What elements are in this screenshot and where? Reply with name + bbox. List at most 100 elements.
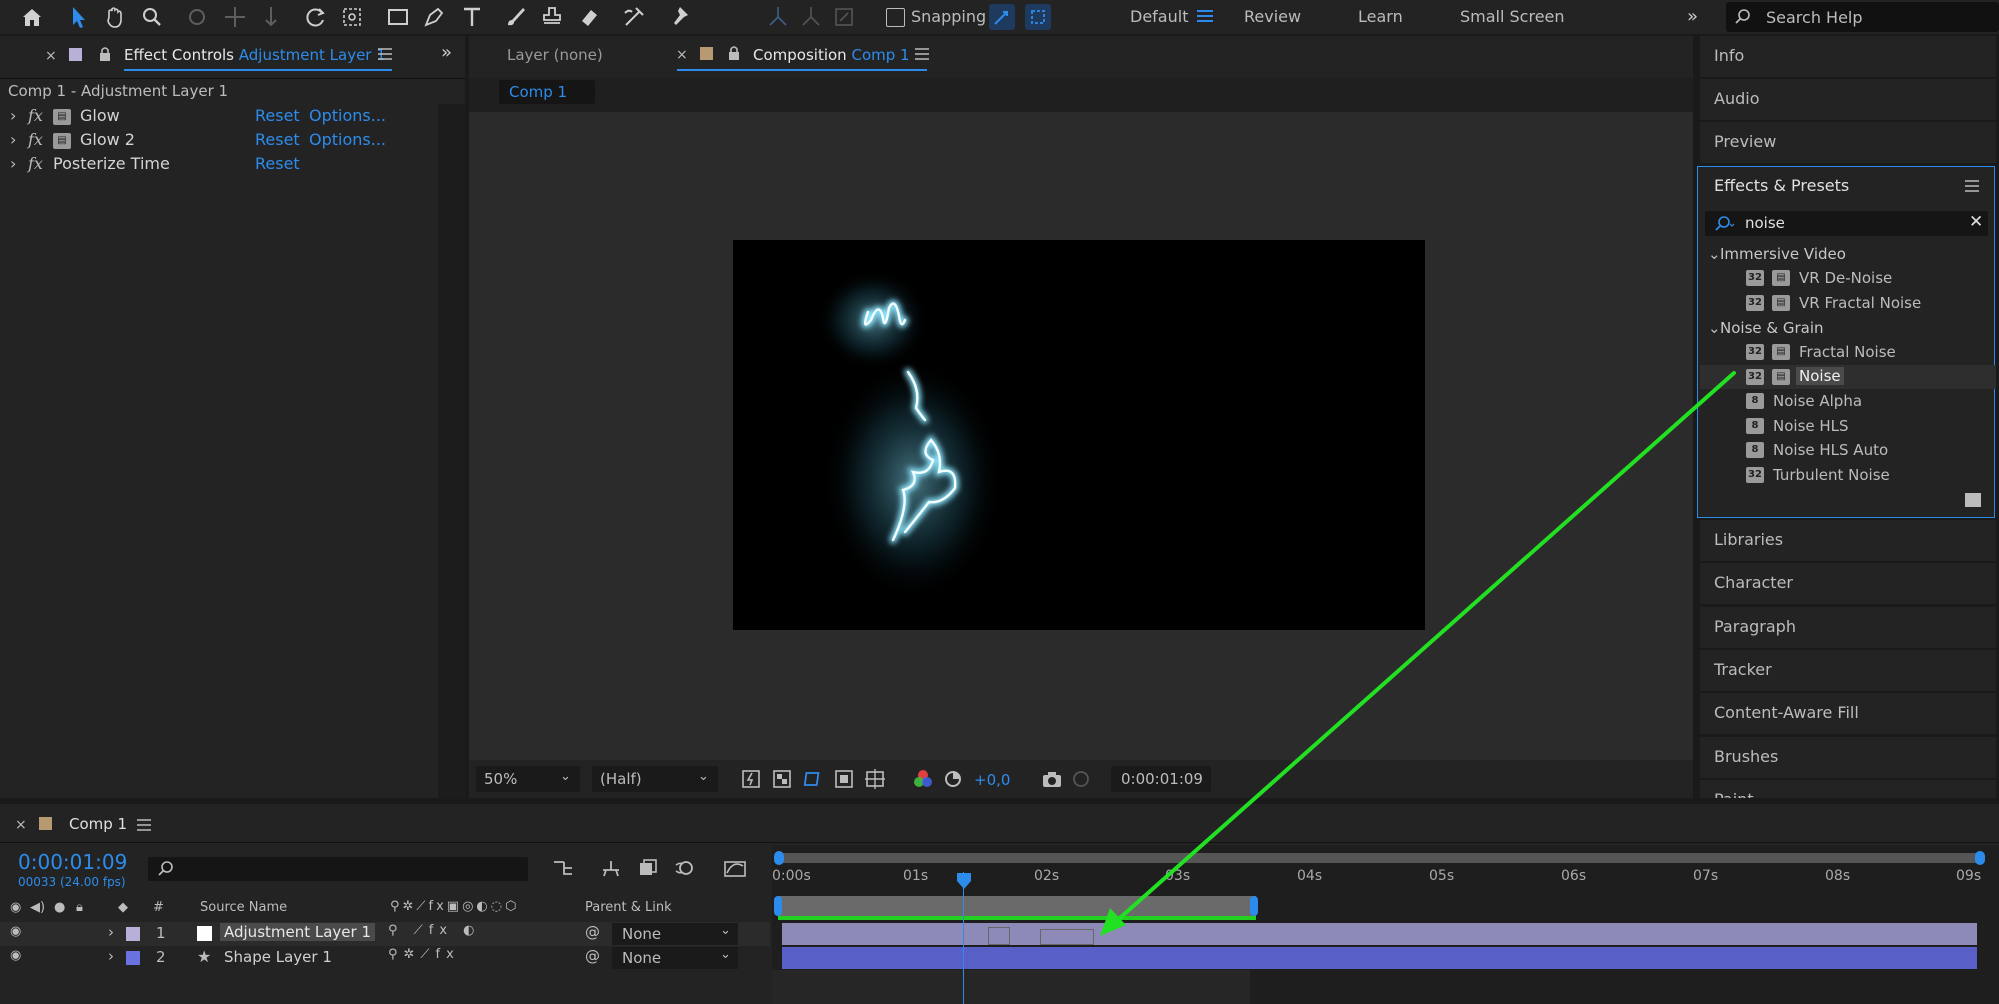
effect-item-noise-alpha[interactable]: 8 Noise Alpha <box>1700 389 1996 413</box>
composition-flowchart-icon[interactable] <box>552 858 574 878</box>
resolution-select[interactable]: (Half) ⌄ <box>592 766 718 792</box>
transparency-grid-icon[interactable] <box>772 769 792 789</box>
panel-menu-icon[interactable] <box>378 48 392 60</box>
close-tab-icon[interactable]: × <box>45 48 57 64</box>
layer-row-2[interactable]: ◉ › 2 ★ Shape Layer 1 ⚲✲⟋fx @ None ⌄ <box>0 946 770 970</box>
region-of-interest-icon[interactable] <box>834 769 854 789</box>
snapshot-camera-icon[interactable] <box>1041 769 1063 789</box>
layer-label-color[interactable] <box>126 951 140 965</box>
snap-edges-icon[interactable] <box>989 4 1015 30</box>
panel-content-aware-fill[interactable]: Content-Aware Fill <box>1700 693 1996 734</box>
lock-icon[interactable] <box>727 45 741 61</box>
comp-subtab[interactable]: Comp 1 <box>499 80 595 104</box>
panel-character[interactable]: Character <box>1700 563 1996 604</box>
clear-search-icon[interactable]: ✕ <box>1969 212 1983 232</box>
panel-preview[interactable]: Preview <box>1700 122 1996 163</box>
expand-workspaces-icon[interactable]: » <box>1687 6 1698 27</box>
selection-tool-icon[interactable] <box>64 3 92 31</box>
exposure-value[interactable]: +0,0 <box>974 771 1010 789</box>
panel-paragraph[interactable]: Paragraph <box>1700 607 1996 648</box>
panel-info[interactable]: Info <box>1700 36 1996 77</box>
layer-label-color[interactable] <box>126 927 140 941</box>
effect-item-vr-de-noise[interactable]: 32 ▤ VR De-Noise <box>1700 266 1996 290</box>
chevron-right-icon[interactable]: › <box>10 130 16 149</box>
home-icon[interactable] <box>18 3 46 31</box>
layer-name[interactable]: Shape Layer 1 <box>224 948 332 966</box>
pen-tool-icon[interactable] <box>420 3 448 31</box>
puppet-pin-tool-icon[interactable] <box>666 3 694 31</box>
rotation-tool-icon[interactable] <box>302 3 330 31</box>
graph-editor-icon[interactable] <box>723 858 747 878</box>
panel-menu-icon[interactable] <box>915 48 929 60</box>
reset-exposure-icon[interactable] <box>943 769 963 789</box>
hand-tool-icon[interactable] <box>101 3 129 31</box>
pan-camera-icon[interactable] <box>221 3 249 31</box>
timeline-current-time[interactable]: 0:00:01:09 <box>18 850 127 874</box>
fx-icon[interactable]: fx <box>28 130 43 149</box>
lock-icon[interactable] <box>98 46 112 62</box>
effect-item-noise[interactable]: 32 ▤ Noise <box>1700 365 1996 389</box>
group-noise-grain[interactable]: ⌄ Noise & Grain <box>1700 316 1996 340</box>
navigator-end-handle[interactable] <box>1975 851 1985 865</box>
solo-icon[interactable]: ● <box>54 900 65 915</box>
work-area-bar[interactable] <box>778 896 1256 916</box>
current-time-field[interactable]: 0:00:01:09 <box>1111 766 1211 792</box>
options-link[interactable]: Options... <box>309 130 386 149</box>
expand-panel-icon[interactable]: » <box>441 42 452 63</box>
layer-name[interactable]: Adjustment Layer 1 <box>220 923 376 941</box>
channel-rgb-icon[interactable] <box>913 769 933 789</box>
snapping-checkbox[interactable] <box>886 8 905 27</box>
work-area-end-handle[interactable] <box>1250 896 1258 916</box>
new-preset-icon[interactable] <box>1965 493 1981 507</box>
fx-icon[interactable]: fx <box>28 154 43 173</box>
effect-row-glow[interactable]: › fx ▤ Glow Reset Options... <box>8 104 438 128</box>
workspace-menu-icon[interactable] <box>1197 9 1213 23</box>
frame-blending-icon[interactable] <box>637 858 659 878</box>
close-tab-icon[interactable]: × <box>15 817 27 833</box>
snap-features-icon[interactable] <box>1025 4 1051 30</box>
effect-controls-tab[interactable]: Effect Controls Adjustment Layer 1 <box>124 46 386 64</box>
effects-search-input[interactable]: noise ✕ <box>1705 211 1988 236</box>
layer-search-input[interactable] <box>148 857 528 881</box>
effect-item-turbulent-noise[interactable]: 32 Turbulent Noise <box>1700 463 1996 487</box>
options-link[interactable]: Options... <box>309 106 386 125</box>
workspace-learn[interactable]: Learn <box>1358 7 1403 26</box>
align-axis-icon[interactable] <box>764 3 792 31</box>
roto-brush-tool-icon[interactable] <box>620 3 648 31</box>
world-axis-icon[interactable] <box>797 3 825 31</box>
clone-stamp-tool-icon[interactable] <box>538 3 566 31</box>
grid-guides-icon[interactable] <box>865 769 885 789</box>
layer-tab[interactable]: Layer (none) <box>507 46 603 64</box>
chevron-right-icon[interactable]: › <box>108 947 114 965</box>
panel-menu-icon[interactable] <box>1965 180 1979 192</box>
effect-row-posterize-time[interactable]: › fx Posterize Time Reset <box>8 152 438 176</box>
eye-icon[interactable]: ◉ <box>10 924 21 939</box>
type-tool-icon[interactable] <box>458 3 486 31</box>
anchor-point-tool-icon[interactable] <box>338 3 366 31</box>
panel-tracker[interactable]: Tracker <box>1700 650 1996 691</box>
chevron-right-icon[interactable]: › <box>108 923 114 941</box>
layer-switches-icons[interactable]: ⚲✲⟋fx <box>388 947 460 962</box>
fast-previews-icon[interactable] <box>741 769 761 789</box>
group-immersive-video[interactable]: ⌄ Immersive Video <box>1700 242 1996 266</box>
workspace-default[interactable]: Default <box>1130 7 1188 26</box>
panel-libraries[interactable]: Libraries <box>1700 520 1996 561</box>
show-snapshot-icon[interactable] <box>1070 769 1092 789</box>
effect-item-vr-fractal-noise[interactable]: 32 ▤ VR Fractal Noise <box>1700 291 1996 315</box>
search-help-field[interactable]: Search Help <box>1726 2 1999 32</box>
lock-column-icon[interactable]: 🔒︎ <box>76 900 83 915</box>
playhead-handle[interactable] <box>956 872 972 890</box>
label-column-icon[interactable]: ◆ <box>118 900 128 915</box>
composition-frame[interactable] <box>733 240 1425 630</box>
effect-item-fractal-noise[interactable]: 32 ▤ Fractal Noise <box>1700 340 1996 364</box>
pick-whip-icon[interactable]: @ <box>585 947 600 965</box>
source-name-header[interactable]: Source Name <box>200 900 287 915</box>
scrollbar[interactable] <box>438 104 465 798</box>
pick-whip-icon[interactable]: @ <box>585 923 600 941</box>
eye-icon[interactable]: ◉ <box>10 948 21 963</box>
workspace-small-screen[interactable]: Small Screen <box>1460 7 1565 26</box>
eye-icon[interactable]: ◉ <box>10 900 21 915</box>
effect-item-noise-hls-auto[interactable]: 8 Noise HLS Auto <box>1700 438 1996 462</box>
reset-link[interactable]: Reset <box>255 154 300 173</box>
view-axis-icon[interactable] <box>830 3 858 31</box>
